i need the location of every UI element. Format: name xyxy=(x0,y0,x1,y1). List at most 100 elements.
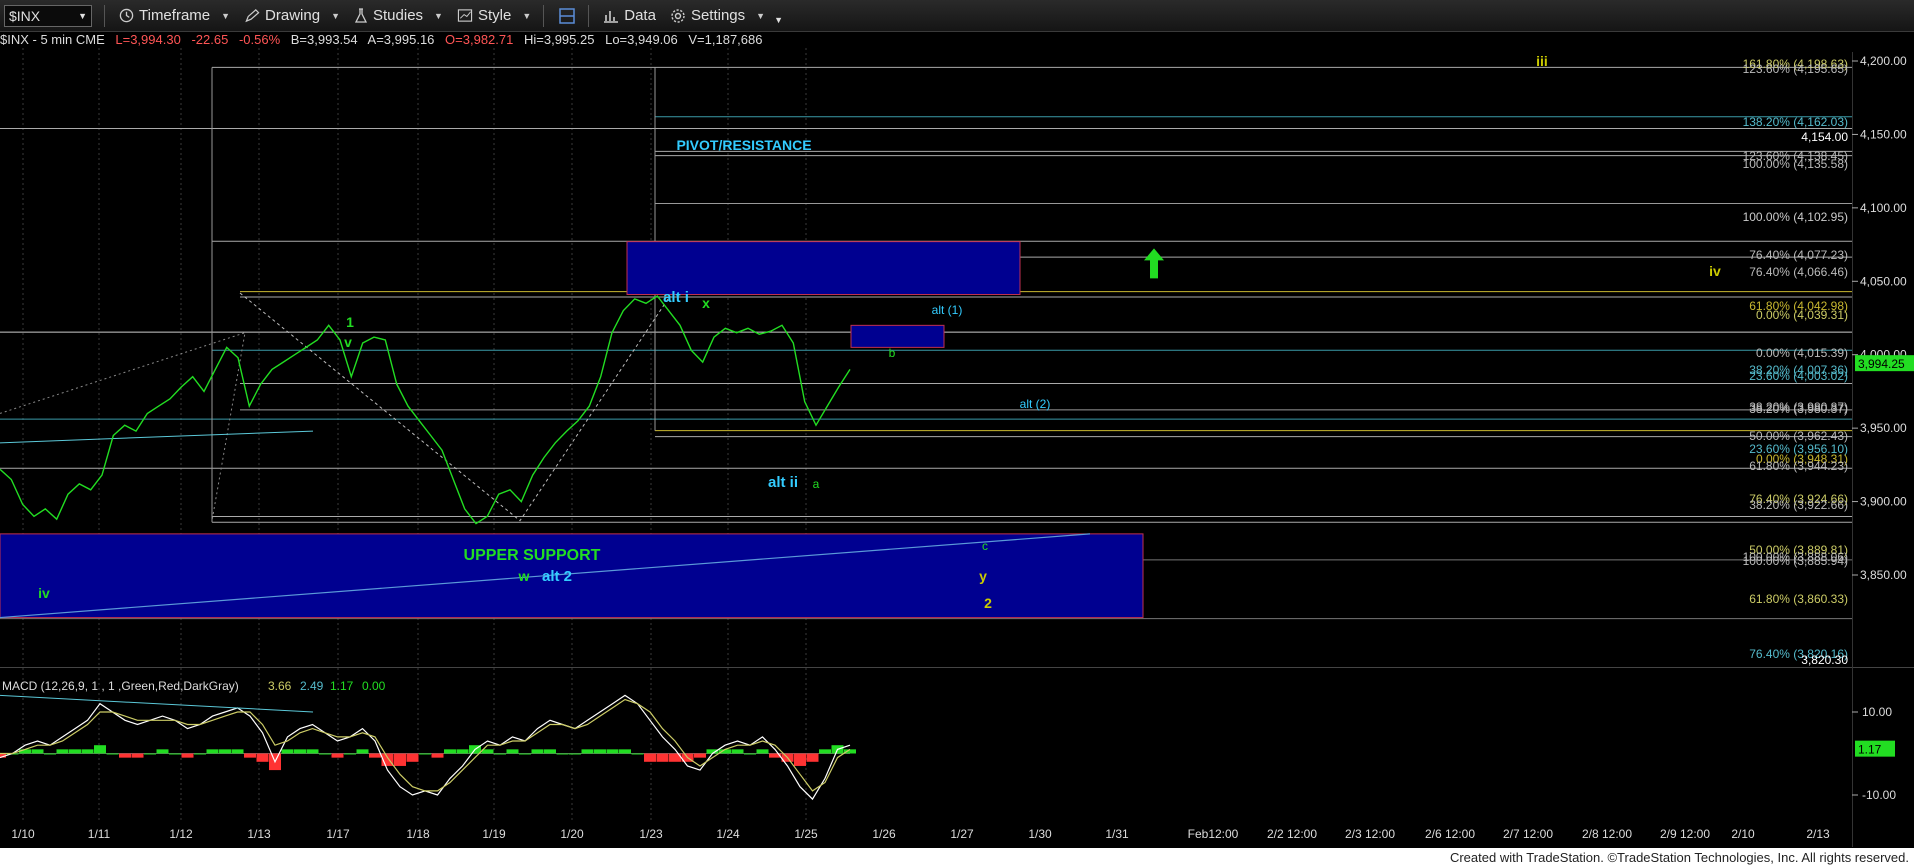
gear-icon xyxy=(671,8,685,23)
fib-label: 50.00% (3,962.43) xyxy=(1749,429,1848,443)
x-tick-label: 1/13 xyxy=(247,827,271,841)
x-tick-label: 2/2 12:00 xyxy=(1267,827,1317,841)
wave-label: c xyxy=(982,539,988,553)
macd-histogram-bar xyxy=(344,753,356,755)
macd-legend-value: 0.00 xyxy=(362,679,386,693)
macd-histogram-bar xyxy=(406,753,419,762)
data-menu[interactable]: Data xyxy=(603,7,656,24)
x-tick-label: 1/24 xyxy=(716,827,740,841)
x-tick-label: 2/10 xyxy=(1731,827,1755,841)
fib-label: 61.80% (3,860.33) xyxy=(1749,592,1848,606)
wave-label: b xyxy=(889,346,896,360)
studies-menu[interactable]: Studies ▼ xyxy=(354,7,443,24)
y-tick-label: 4,150.00 xyxy=(1860,127,1907,141)
macd-histogram-bar xyxy=(731,749,744,754)
drawing-label: Drawing xyxy=(265,7,321,24)
settings-menu[interactable]: Settings ▼ ▼ xyxy=(670,7,783,25)
clock-icon xyxy=(119,8,134,23)
fib-label: 100.00% (3,885.94) xyxy=(1743,554,1848,568)
macd-histogram-bar xyxy=(556,753,569,755)
wave-label: iii xyxy=(1536,53,1548,69)
chevron-down-icon: ▼ xyxy=(434,10,443,21)
wave-label: y xyxy=(979,568,987,584)
wave-label: PIVOT/RESISTANCE xyxy=(676,137,811,153)
macd-y-tick-label: -10.00 xyxy=(1862,788,1896,802)
macd-histogram-bar xyxy=(644,753,656,762)
macd-histogram-bar xyxy=(281,749,294,754)
x-tick-label: 1/23 xyxy=(639,827,663,841)
x-tick-label: 1/25 xyxy=(794,827,818,841)
data-label: Data xyxy=(624,7,656,24)
toolbar-divider xyxy=(588,4,590,27)
y-tick-label: 4,050.00 xyxy=(1860,274,1907,288)
macd-histogram-bar xyxy=(544,749,556,754)
panel-divider xyxy=(0,667,1914,668)
macd-legend-value: 3.66 xyxy=(268,679,292,693)
studies-label: Studies xyxy=(373,7,424,24)
macd-histogram-bar xyxy=(806,753,819,762)
macd-y-tick-label: 10.00 xyxy=(1862,705,1892,719)
wave-label: iv xyxy=(38,585,50,601)
x-tick-label: 2/9 12:00 xyxy=(1660,827,1710,841)
macd-trendline xyxy=(0,694,314,713)
y-tick-label: 3,850.00 xyxy=(1860,568,1907,582)
price-chart[interactable]: PIVOT/RESISTANCEUPPER SUPPORTiiiiviv1vw a… xyxy=(0,30,1914,848)
style-menu[interactable]: Style ▼ xyxy=(457,7,531,24)
pivot-resistance-box xyxy=(626,241,1021,296)
chart-axes: 4,200.004,150.004,100.004,050.004,000.00… xyxy=(11,54,1914,841)
macd-histogram-bar xyxy=(569,753,581,755)
x-tick-label: 2/7 12:00 xyxy=(1503,827,1553,841)
macd-histogram-bar xyxy=(819,749,831,754)
chevron-down-icon: ▼ xyxy=(522,10,532,21)
x-tick-label: 1/12 xyxy=(169,827,193,841)
x-tick-label: 2/6 12:00 xyxy=(1425,827,1475,841)
layout-toggle-button[interactable] xyxy=(558,7,576,25)
fib-label: 23.60% (4,003.02) xyxy=(1749,369,1848,383)
chevron-down-icon: ▼ xyxy=(331,10,340,21)
macd-histogram-bar xyxy=(456,749,469,754)
macd-histogram-bar xyxy=(531,749,544,754)
wave-label: a xyxy=(813,477,820,491)
fib-label: 3,820.30 xyxy=(1801,653,1848,667)
macd-histogram-bar xyxy=(606,749,619,754)
macd-histogram-bar xyxy=(356,749,369,754)
fib-label: 0.00% (4,015.39) xyxy=(1756,346,1848,360)
symbol-selector[interactable]: $INX ▼ xyxy=(4,4,92,27)
macd-histogram-bar xyxy=(106,753,119,755)
wave-label: UPPER SUPPORT xyxy=(464,547,601,564)
more-caret-icon: ▼ xyxy=(774,14,783,25)
chart-style-icon xyxy=(457,9,473,22)
flask-icon xyxy=(354,7,368,23)
fib-label: 61.80% (3,944.23) xyxy=(1749,459,1848,473)
chevron-down-icon: ▼ xyxy=(221,10,231,21)
wave-label: alt (2) xyxy=(1020,397,1051,411)
x-tick-label: 2/8 12:00 xyxy=(1582,827,1632,841)
toolbar-divider xyxy=(104,4,105,27)
macd-last-value: 1.17 xyxy=(1858,743,1882,757)
macd-histogram-bar xyxy=(756,749,769,754)
data-icon xyxy=(604,10,619,23)
axis-border xyxy=(1852,52,1853,847)
wave-label: 2 xyxy=(984,595,992,611)
macd-histogram-bar xyxy=(594,749,606,754)
chart-drawings xyxy=(0,66,1852,620)
symbol-value: $INX xyxy=(9,7,41,24)
pencil-icon xyxy=(245,9,260,23)
macd-histogram-bar xyxy=(131,753,144,758)
x-tick-label: 1/27 xyxy=(950,827,974,841)
y-tick-label: 3,950.00 xyxy=(1860,421,1907,435)
macd-histogram-bar xyxy=(506,749,519,754)
wave-label: 1 xyxy=(346,314,354,330)
x-tick-label: 1/19 xyxy=(482,827,506,841)
macd-histogram-bar xyxy=(44,753,56,755)
drawing-menu[interactable]: Drawing ▼ xyxy=(244,7,340,24)
macd-histogram-bar xyxy=(694,753,706,758)
x-tick-label: 1/18 xyxy=(406,827,430,841)
macd-histogram-bar xyxy=(119,753,131,758)
macd-histogram-bar xyxy=(206,749,219,754)
chevron-down-icon: ▼ xyxy=(756,10,766,21)
macd-histogram-bar xyxy=(394,753,406,766)
timeframe-menu[interactable]: Timeframe ▼ xyxy=(119,7,230,24)
macd-line xyxy=(0,694,851,801)
macd-histogram-bar xyxy=(431,753,444,758)
